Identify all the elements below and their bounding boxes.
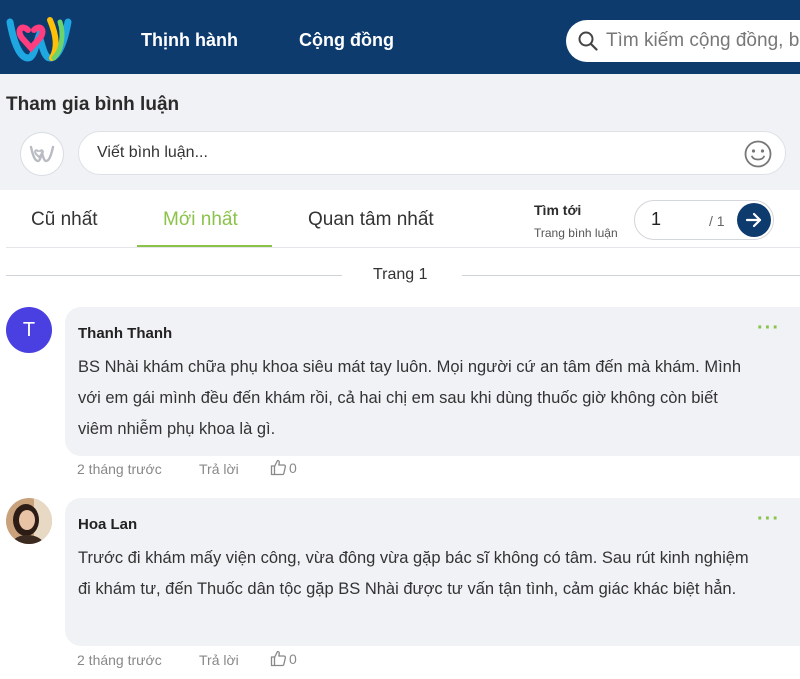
commenter-avatar[interactable] [6,498,52,544]
reply-button[interactable]: Trả lời [199,461,239,477]
current-user-avatar [20,132,64,176]
goto-page-subtitle: Trang bình luận [534,226,618,240]
nav-trending[interactable]: Thịnh hành [141,30,238,51]
goto-page-title: Tìm tới [534,202,582,218]
top-navbar: Thịnh hành Cộng đồng [0,0,800,74]
comment-author[interactable]: Thanh Thanh [78,325,750,342]
page-number-input[interactable] [651,209,691,230]
page-total: / 1 [709,213,725,229]
reply-button[interactable]: Trả lời [199,652,239,668]
comment-input-placeholder: Viết bình luận... [97,144,208,161]
page-jump-box: / 1 [634,200,774,240]
comment-text: BS Nhài khám chữa phụ khoa siêu mát tay … [78,358,742,438]
arrow-right-icon [745,212,762,228]
search-box[interactable] [566,20,800,62]
comment-bubble: Thanh Thanh ··· BS Nhài khám chữa phụ kh… [65,307,800,456]
thumbs-up-icon [270,650,287,667]
tab-newest[interactable]: Mới nhất [163,209,238,231]
comment-composer: Tham gia bình luận Viết bình luận... [0,74,800,190]
comment-author[interactable]: Hoa Lan [78,516,750,533]
more-options-icon[interactable]: ··· [757,509,780,529]
comment-text: Trước đi khám mấy viện công, vừa đông vừ… [78,549,749,598]
user-photo-avatar [6,498,52,544]
composer-title: Tham gia bình luận [6,94,180,115]
like-button[interactable]: 0 [270,459,297,476]
like-count: 0 [289,459,297,476]
thumbs-up-icon [270,459,287,476]
page-separator: Trang 1 [0,265,800,287]
comment-time: 2 tháng trước [77,652,162,668]
like-button[interactable]: 0 [270,650,297,667]
comment-time: 2 tháng trước [77,461,162,477]
like-count: 0 [289,650,297,667]
search-icon [578,31,598,51]
tab-oldest[interactable]: Cũ nhất [31,209,98,231]
tab-most-interest[interactable]: Quan tâm nhất [308,209,434,231]
sort-tabs: Cũ nhất Mới nhất Quan tâm nhất Tìm tới T… [0,190,800,248]
page-separator-label: Trang 1 [373,266,428,283]
go-to-page-button[interactable] [737,203,771,237]
separator-line-right [462,275,800,276]
separator-line-left [6,275,342,276]
comment-bubble: Hoa Lan ··· Trước đi khám mấy viện công,… [65,498,800,646]
commenter-avatar[interactable]: T [6,307,52,353]
site-logo[interactable] [6,14,72,64]
comment-input[interactable]: Viết bình luận... [78,131,786,175]
nav-community[interactable]: Cộng đồng [299,30,394,51]
search-input[interactable] [606,30,800,52]
user-avatar-logo-icon [29,145,55,163]
more-options-icon[interactable]: ··· [757,318,780,338]
emoji-icon[interactable] [743,139,773,169]
tabs-divider [6,247,800,248]
